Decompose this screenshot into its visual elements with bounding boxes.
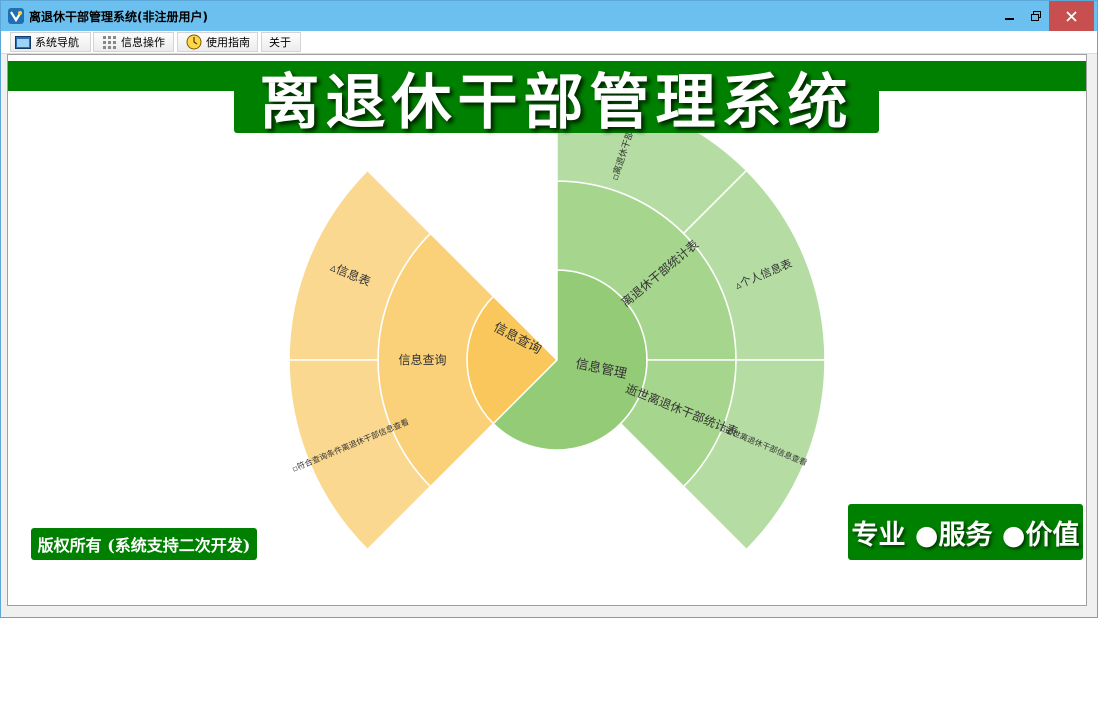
system-title-banner: 离退休干部管理系统 xyxy=(234,61,879,138)
sunburst-label: 信息查询 xyxy=(398,352,446,367)
slogan-badge: 专业 ●服务 ●价值 xyxy=(848,504,1083,560)
copyright-badge: 版权所有 (系统支持二次开发) xyxy=(31,528,257,560)
slogan-text: 专业 ●服务 ●价值 xyxy=(851,519,1080,551)
copyright-text: 版权所有 (系统支持二次开发) xyxy=(37,536,251,555)
system-title: 离退休干部管理系统 xyxy=(259,67,854,138)
